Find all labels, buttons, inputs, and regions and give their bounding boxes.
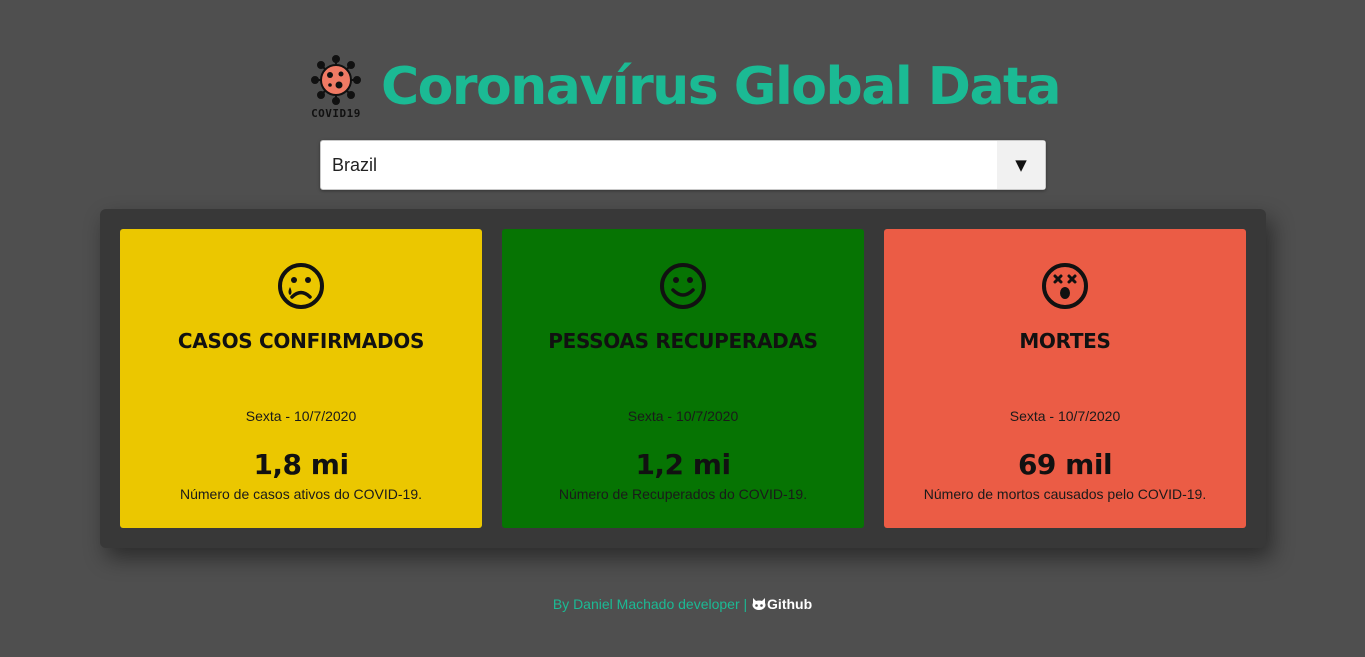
- logo-text: COVID19: [311, 107, 361, 120]
- stats-panel: CASOS CONFIRMADOS Sexta - 10/7/2020 1,8 …: [100, 209, 1266, 548]
- page-header: COVID19 Coronavírus Global Data: [0, 44, 1365, 130]
- card-date: Sexta - 10/7/2020: [245, 408, 357, 424]
- sad-face-icon: [120, 261, 482, 311]
- footer-credit: By Daniel Machado developer |: [552, 596, 752, 612]
- page-title: Coronavírus Global Data: [381, 57, 1061, 117]
- chevron-down-icon[interactable]: ▼: [997, 141, 1045, 189]
- country-select-value: Brazil: [332, 155, 378, 175]
- card-label: MORTES: [1019, 329, 1111, 353]
- country-select[interactable]: Brazil ▼: [320, 140, 1046, 190]
- card-date: Sexta - 10/7/2020: [627, 408, 739, 424]
- card-description: Número de Recuperados do COVID-19.: [558, 486, 808, 502]
- github-label: Github: [767, 596, 813, 612]
- smile-face-icon: [502, 261, 864, 311]
- footer: By Daniel Machado developer | Github: [0, 596, 1365, 612]
- covid-virus-icon: COVID19: [305, 54, 367, 120]
- card-label: CASOS CONFIRMADOS: [177, 329, 425, 353]
- card-label: PESSOAS RECUPERADAS: [548, 329, 818, 353]
- card-value: 1,8 mi: [253, 448, 349, 481]
- deaths-card: MORTES Sexta - 10/7/2020 69 mil Número d…: [884, 229, 1246, 528]
- github-icon: [752, 598, 766, 610]
- card-description: Número de mortos causados pelo COVID-19.: [923, 486, 1207, 502]
- github-link[interactable]: Github: [751, 596, 812, 612]
- confirmed-cases-card: CASOS CONFIRMADOS Sexta - 10/7/2020 1,8 …: [120, 229, 482, 528]
- card-value: 1,2 mi: [635, 448, 731, 481]
- card-value: 69 mil: [1017, 448, 1113, 481]
- card-description: Número de casos ativos do COVID-19.: [180, 486, 422, 502]
- dizzy-face-icon: [884, 261, 1246, 311]
- recovered-card: PESSOAS RECUPERADAS Sexta - 10/7/2020 1,…: [502, 229, 864, 528]
- card-date: Sexta - 10/7/2020: [1009, 408, 1121, 424]
